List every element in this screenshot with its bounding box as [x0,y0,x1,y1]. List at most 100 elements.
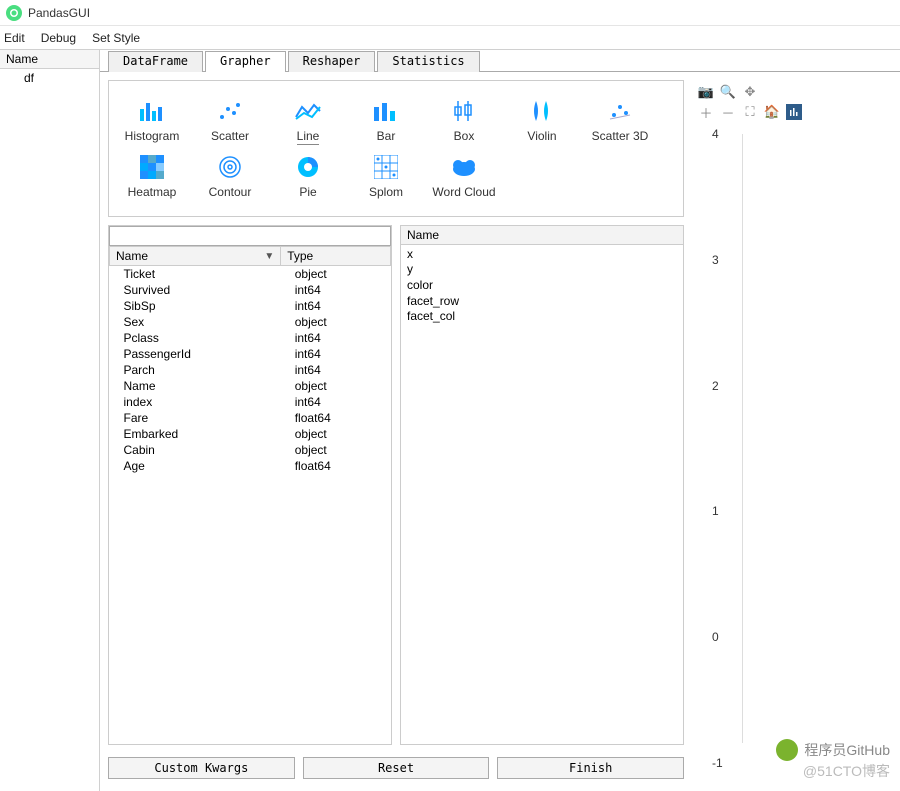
column-row[interactable]: Parchint64 [110,362,391,378]
column-type: float64 [281,410,391,426]
column-row[interactable]: Pclassint64 [110,330,391,346]
column-name: index [110,394,281,410]
chart-type-label: Contour [195,185,265,199]
chart-type-pie[interactable]: Pie [273,153,343,199]
column-row[interactable]: Cabinobject [110,442,391,458]
box-icon [429,97,499,125]
finish-button[interactable]: Finish [497,757,684,779]
sort-arrow-icon: ▼ [264,251,274,262]
y-tick: 0 [712,630,719,644]
splom-icon [351,153,421,181]
scatter3d-icon [585,97,655,125]
column-name: Parch [110,362,281,378]
column-type: int64 [281,346,391,362]
column-type: int64 [281,394,391,410]
chart-type-contour[interactable]: Contour [195,153,265,199]
column-type: int64 [281,282,391,298]
chart-type-label: Scatter 3D [585,129,655,143]
column-row[interactable]: Nameobject [110,378,391,394]
column-row[interactable]: Agefloat64 [110,458,391,474]
menu-edit[interactable]: Edit [4,31,25,45]
chart-type-violin[interactable]: Violin [507,97,577,145]
tab-reshaper[interactable]: Reshaper [288,51,376,72]
chart-type-label: Box [429,129,499,143]
aesthetic-slot-y[interactable]: y [407,262,677,278]
column-name: Age [110,458,281,474]
chart-type-histogram[interactable]: Histogram [117,97,187,145]
chart-type-heatmap[interactable]: Heatmap [117,153,187,199]
columns-header-type[interactable]: Type [281,246,391,265]
window-title: PandasGUI [28,6,90,20]
column-name: Sex [110,314,281,330]
columns-header-name[interactable]: Name▼ [110,246,281,265]
column-name: Cabin [110,442,281,458]
wechat-icon [776,739,798,761]
sidebar-header[interactable]: Name [0,50,99,69]
chart-type-box[interactable]: Box [429,97,499,145]
tab-dataframe[interactable]: DataFrame [108,51,203,72]
bar-icon [351,97,421,125]
column-type: object [281,314,391,330]
aesthetic-slot-color[interactable]: color [407,278,677,294]
zoom-out-icon[interactable]: － [720,104,736,120]
column-name: SibSp [110,298,281,314]
plotly-logo-icon[interactable] [786,104,802,120]
chart-type-word-cloud[interactable]: Word Cloud [429,153,499,199]
chart-type-scatter[interactable]: Scatter [195,97,265,145]
home-icon[interactable]: 🏠 [764,104,780,120]
reset-button[interactable]: Reset [303,757,490,779]
chart-type-splom[interactable]: Splom [351,153,421,199]
column-type: int64 [281,330,391,346]
wordcloud-icon [429,153,499,181]
chart-type-scatter-3d[interactable]: Scatter 3D [585,97,655,145]
column-row[interactable]: SibSpint64 [110,298,391,314]
column-type: object [281,426,391,442]
autoscale-icon[interactable]: ⛶ [742,104,758,120]
zoom-in-icon[interactable]: ＋ [698,104,714,120]
y-tick: 3 [712,253,719,267]
titlebar: PandasGUI [0,0,900,26]
custom-kwargs-button[interactable]: Custom Kwargs [108,757,295,779]
column-name: Embarked [110,426,281,442]
column-row[interactable]: Embarkedobject [110,426,391,442]
sidebar-item-df[interactable]: df [0,69,99,87]
column-row[interactable]: Sexobject [110,314,391,330]
y-tick: 1 [712,504,719,518]
column-type: float64 [281,458,391,474]
tab-grapher[interactable]: Grapher [205,51,286,72]
contour-icon [195,153,265,181]
tab-statistics[interactable]: Statistics [377,51,479,72]
column-row[interactable]: Farefloat64 [110,410,391,426]
chart-type-label: Splom [351,185,421,199]
pie-icon [273,153,343,181]
column-row[interactable]: Survivedint64 [110,282,391,298]
chart-type-line[interactable]: Line [273,97,343,145]
zoom-icon[interactable]: 🔍 [720,84,736,100]
tab-bar: DataFrame Grapher Reshaper Statistics [100,50,900,72]
menu-debug[interactable]: Debug [41,31,76,45]
column-row[interactable]: Ticketobject [110,265,391,282]
violin-icon [507,97,577,125]
aesthetics-header[interactable]: Name [401,226,683,245]
column-type: object [281,442,391,458]
aesthetic-slot-x[interactable]: x [407,247,677,263]
chart-type-bar[interactable]: Bar [351,97,421,145]
columns-panel: Name▼ Type TicketobjectSurvivedint64SibS… [108,225,392,745]
aesthetic-slot-facet_col[interactable]: facet_col [407,309,677,325]
menu-set-style[interactable]: Set Style [92,31,140,45]
column-type: object [281,265,391,282]
aesthetic-slot-facet_row[interactable]: facet_row [407,294,677,310]
plot-preview: 📷 🔍 ✥ ＋ － ⛶ 🏠 43210-1 [692,80,892,783]
pan-icon[interactable]: ✥ [742,84,758,100]
column-name: Name [110,378,281,394]
camera-icon[interactable]: 📷 [698,84,714,100]
columns-filter-input[interactable] [109,226,391,246]
y-tick: -1 [712,756,723,770]
chart-type-label: Scatter [195,129,265,143]
y-tick: 4 [712,127,719,141]
column-name: Survived [110,282,281,298]
column-row[interactable]: PassengerIdint64 [110,346,391,362]
column-row[interactable]: indexint64 [110,394,391,410]
chart-type-label: Heatmap [117,185,187,199]
line-icon [273,97,343,125]
